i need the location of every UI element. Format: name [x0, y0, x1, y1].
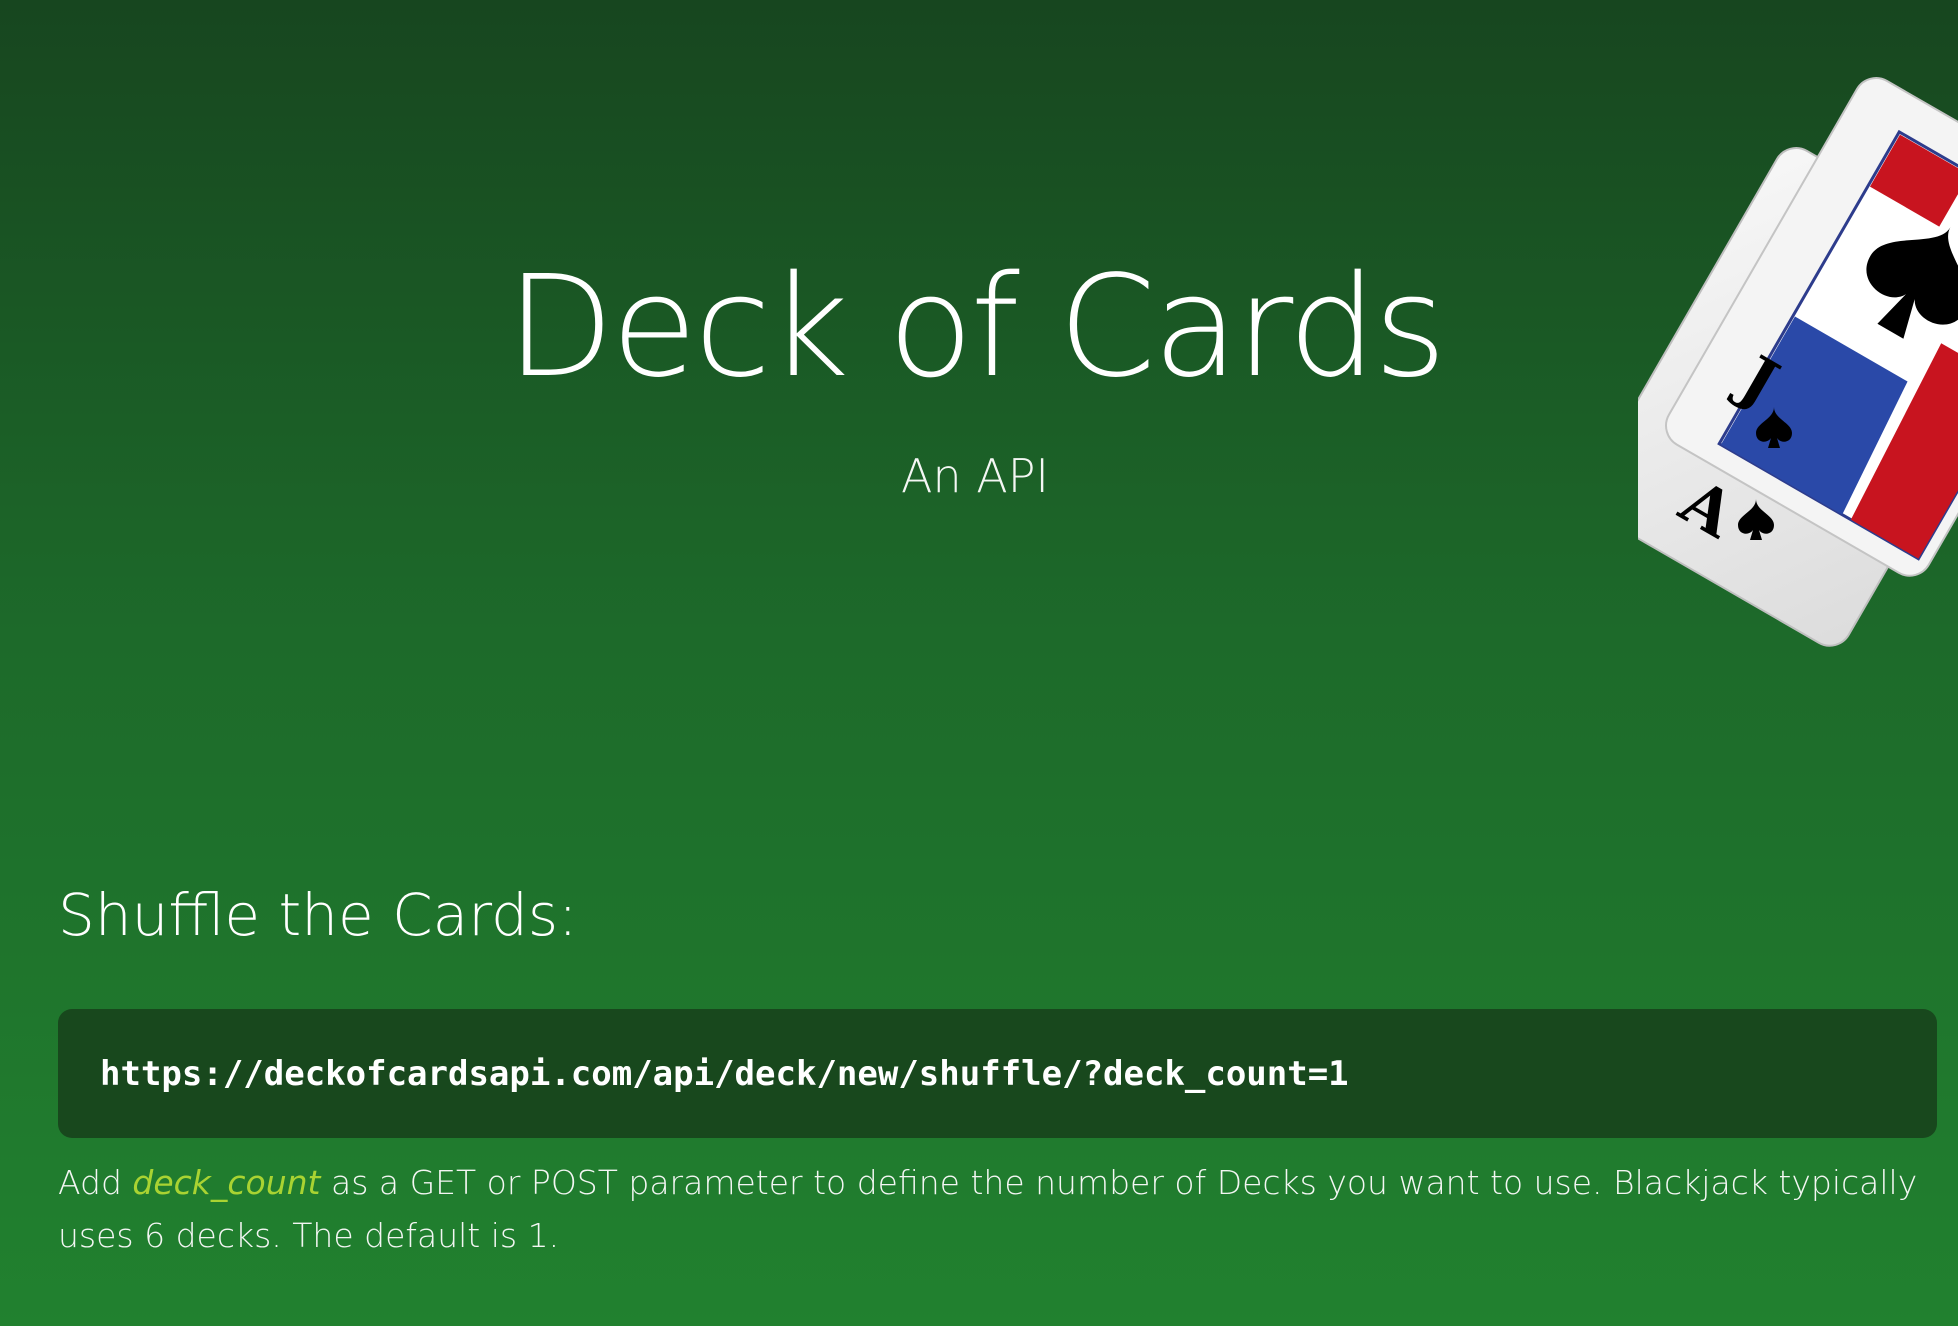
- code-block-shuffle-url[interactable]: https://deckofcardsapi.com/api/deck/new/…: [58, 1009, 1937, 1138]
- deck-count-param: deck_count: [132, 1163, 321, 1202]
- shuffle-description: Add deck_count as a GET or POST paramete…: [58, 1156, 1938, 1262]
- playing-cards-image: J A: [1638, 77, 1958, 647]
- section-heading-shuffle: Shuffle the Cards:: [58, 881, 578, 949]
- description-text-end: as a GET or POST parameter to define the…: [58, 1163, 1918, 1255]
- description-text-start: Add: [58, 1163, 133, 1202]
- shuffle-endpoint-url[interactable]: https://deckofcardsapi.com/api/deck/new/…: [100, 1054, 1349, 1094]
